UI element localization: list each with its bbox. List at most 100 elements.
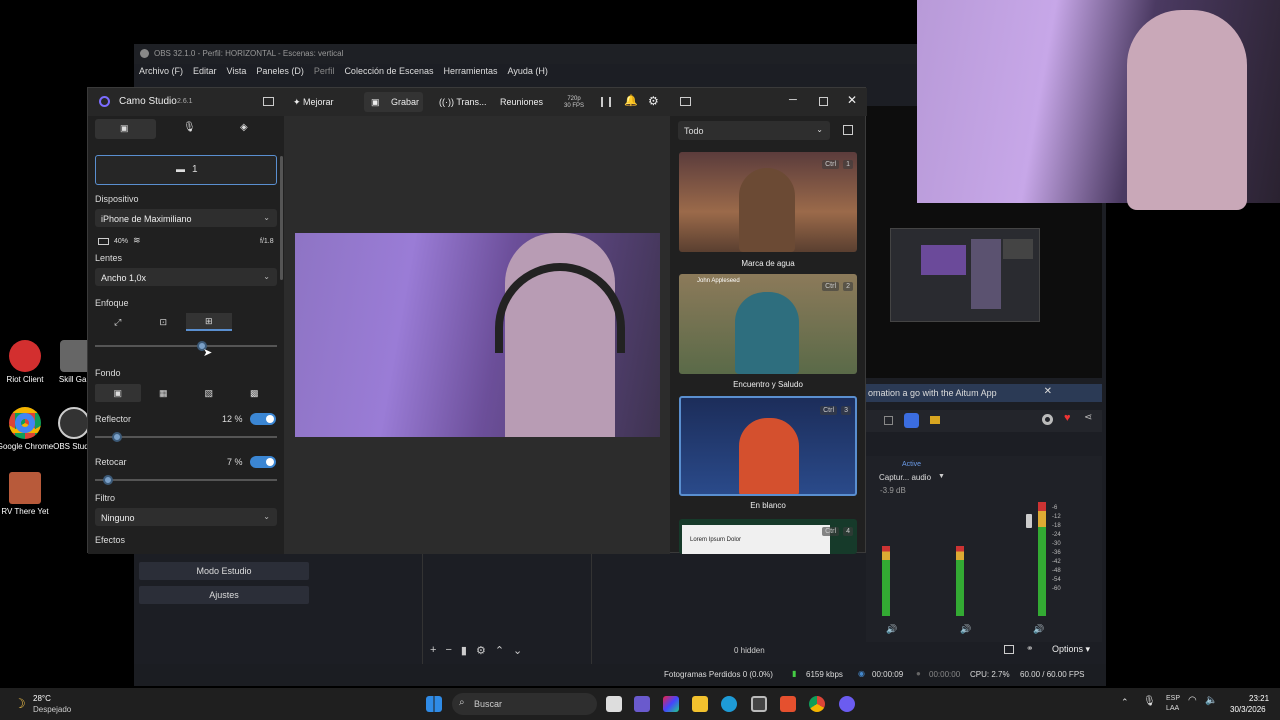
add-icon[interactable]: + bbox=[430, 644, 436, 657]
overlay-person bbox=[739, 418, 799, 494]
task-view-icon[interactable] bbox=[606, 696, 622, 712]
layout-icon[interactable] bbox=[1004, 645, 1014, 654]
weather-temp[interactable]: 28°C bbox=[33, 694, 51, 703]
fps-label: 30 FPS bbox=[564, 103, 585, 109]
stream-button[interactable]: ((·)) Trans... bbox=[439, 97, 487, 107]
store-icon[interactable] bbox=[751, 696, 767, 712]
gear-icon[interactable]: ⚙ bbox=[476, 644, 486, 657]
tab-layers[interactable]: ◈ bbox=[240, 122, 248, 133]
hidden-label: 0 hidden bbox=[734, 646, 765, 655]
record-icon: ● bbox=[916, 669, 921, 678]
file-explorer-icon[interactable] bbox=[692, 696, 708, 712]
tab-video[interactable]: ▣ bbox=[95, 119, 156, 139]
retouch-slider-knob[interactable] bbox=[102, 475, 113, 485]
overlay-card-watermark[interactable]: Ctrl 1 bbox=[679, 152, 857, 252]
reflector-slider-knob[interactable] bbox=[111, 432, 122, 442]
circle-icon[interactable] bbox=[904, 413, 919, 428]
speaker-icon[interactable]: 🔊 bbox=[960, 624, 971, 635]
device-dropdown[interactable]: iPhone de Maximiliano ⌄ bbox=[95, 209, 277, 227]
overlay-card-blank[interactable]: Ctrl 3 bbox=[679, 396, 857, 496]
grid-view-icon[interactable] bbox=[843, 125, 853, 135]
volume-icon[interactable]: 🔈 bbox=[1205, 695, 1217, 706]
options-button[interactable]: Options ▾ bbox=[1052, 644, 1090, 655]
meetings-button[interactable]: Reuniones bbox=[500, 97, 543, 107]
clock-time[interactable]: 23:21 bbox=[1249, 694, 1269, 703]
menu-coleccion-escenas[interactable]: Colección de Escenas bbox=[344, 66, 433, 82]
edge-icon[interactable] bbox=[721, 696, 737, 712]
chevron-up-icon[interactable]: ⌃ bbox=[1121, 697, 1129, 708]
camo-studio-window: Camo Studio 2.6.1 ✦ Mejorar ▣ Grabar ((·… bbox=[87, 87, 867, 554]
battery-icon bbox=[98, 238, 109, 245]
reflector-toggle[interactable] bbox=[250, 413, 276, 425]
teams-icon[interactable] bbox=[634, 696, 650, 712]
sidebar-toggle-icon[interactable] bbox=[263, 97, 274, 106]
focus-face-icon[interactable]: ⊡ bbox=[141, 313, 187, 331]
minimize-button[interactable]: ─ bbox=[789, 94, 797, 106]
close-button[interactable]: ✕ bbox=[847, 93, 857, 107]
studio-mode-button[interactable]: Modo Estudio bbox=[139, 562, 309, 580]
settings-button[interactable]: Ajustes bbox=[139, 586, 309, 604]
menu-ayuda[interactable]: Ayuda (H) bbox=[508, 66, 548, 82]
copilot-icon[interactable] bbox=[663, 696, 679, 712]
close-icon[interactable]: ✕ bbox=[1044, 386, 1052, 397]
bell-icon[interactable]: 🔔 bbox=[624, 94, 638, 107]
settings-icon[interactable]: ⋖ bbox=[1084, 412, 1092, 423]
chevron-down-icon[interactable]: ▼ bbox=[938, 473, 945, 480]
background-none-icon[interactable]: ▣ bbox=[95, 384, 141, 402]
background-blur-icon[interactable]: ▦ bbox=[141, 384, 187, 402]
scrollbar[interactable] bbox=[280, 156, 283, 280]
filter-icon[interactable]: ▮ bbox=[461, 644, 467, 657]
link-icon[interactable]: ⚭ bbox=[1026, 643, 1034, 654]
overlay-card-lorem[interactable]: Lorem Ipsum Dolor Ctrl 4 bbox=[679, 519, 857, 554]
background-remove-icon[interactable]: ▧ bbox=[186, 384, 232, 402]
focus-slider[interactable] bbox=[95, 341, 277, 351]
taskbar-search[interactable]: ⌕ Buscar bbox=[452, 693, 597, 715]
filter-label: Filtro bbox=[95, 493, 115, 503]
shortcut-number: 4 bbox=[843, 527, 853, 536]
heart-icon[interactable]: ♥ bbox=[1064, 412, 1071, 424]
gear-icon[interactable]: ⚙ bbox=[648, 94, 659, 108]
folder-icon[interactable] bbox=[930, 416, 940, 424]
wifi-icon[interactable]: ◠ bbox=[1188, 695, 1197, 706]
menu-vista[interactable]: Vista bbox=[227, 66, 247, 82]
focus-manual-icon[interactable]: ⊞ bbox=[186, 313, 232, 331]
speaker-icon[interactable]: 🔊 bbox=[886, 624, 897, 635]
microphone-icon[interactable]: 🎙 bbox=[1143, 696, 1156, 707]
maximize-button[interactable] bbox=[819, 97, 828, 106]
background-replace-icon[interactable]: ▩ bbox=[232, 384, 278, 402]
lang-code[interactable]: ESP bbox=[1166, 695, 1180, 702]
split-view-icon[interactable] bbox=[601, 97, 611, 107]
menu-archivo[interactable]: Archivo (F) bbox=[139, 66, 183, 82]
retouch-toggle[interactable] bbox=[250, 456, 276, 468]
retouch-slider[interactable] bbox=[95, 475, 277, 485]
lens-dropdown[interactable]: Ancho 1,0x ⌄ bbox=[95, 268, 277, 286]
reflector-slider[interactable] bbox=[95, 432, 277, 442]
menu-editar[interactable]: Editar bbox=[193, 66, 217, 82]
volume-fader[interactable] bbox=[1026, 514, 1032, 528]
up-icon[interactable]: ⌃ bbox=[495, 644, 504, 657]
tab-audio[interactable]: 🎙 bbox=[183, 122, 196, 133]
camo-icon[interactable] bbox=[839, 696, 855, 712]
improve-button[interactable]: ✦ Mejorar bbox=[293, 97, 334, 108]
down-icon[interactable]: ⌄ bbox=[513, 644, 522, 657]
square-icon[interactable] bbox=[884, 416, 893, 425]
focus-auto-icon[interactable]: ⤢ bbox=[95, 313, 141, 331]
overlay-filter-dropdown[interactable]: Todo ⌄ bbox=[678, 121, 830, 140]
remove-icon[interactable]: − bbox=[445, 644, 451, 657]
menu-paneles[interactable]: Paneles (D) bbox=[256, 66, 304, 82]
camera-selector[interactable]: ▬ 1 bbox=[95, 155, 277, 185]
camera-preview bbox=[295, 233, 660, 437]
chrome-icon[interactable] bbox=[809, 696, 825, 712]
windows-start-icon[interactable] bbox=[426, 696, 442, 712]
speaker-icon[interactable]: 🔊 bbox=[1033, 624, 1044, 635]
focus-label: Enfoque bbox=[95, 298, 129, 308]
gear-icon[interactable] bbox=[1042, 414, 1053, 425]
desktop-icon-rv-there-yet[interactable]: RV There Yet bbox=[0, 472, 55, 516]
menu-herramientas[interactable]: Herramientas bbox=[444, 66, 498, 82]
record-button[interactable]: ▣ Grabar bbox=[364, 92, 423, 112]
overlay-card-meet-greet[interactable]: John Appleseed Ctrl 2 bbox=[679, 274, 857, 374]
brave-icon[interactable] bbox=[780, 696, 796, 712]
panel-toggle-icon[interactable] bbox=[680, 97, 691, 106]
filter-dropdown[interactable]: Ninguno ⌄ bbox=[95, 508, 277, 526]
menu-perfil[interactable]: Perfil bbox=[314, 66, 335, 82]
